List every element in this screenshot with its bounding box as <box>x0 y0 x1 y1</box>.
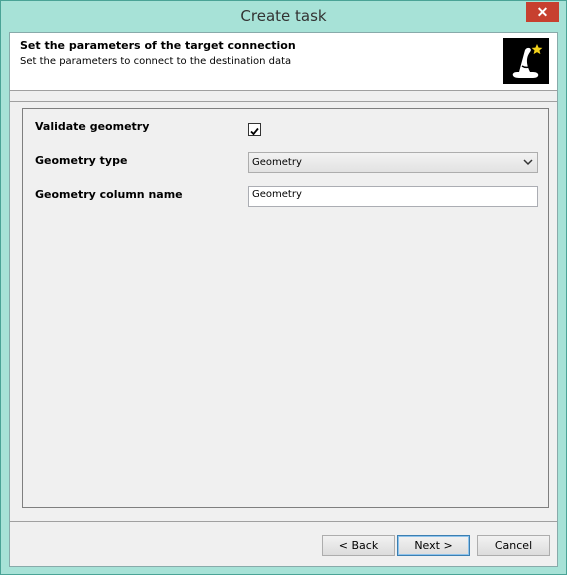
checkmark-icon <box>250 127 259 136</box>
cancel-button[interactable]: Cancel <box>477 535 550 556</box>
window-title: Create task <box>240 7 327 25</box>
header-title: Set the parameters of the target connect… <box>20 39 296 52</box>
parameters-panel: Validate geometry Geometry type Geometry… <box>22 108 549 508</box>
next-button[interactable]: Next > <box>397 535 470 556</box>
chevron-down-icon <box>523 159 533 166</box>
wizard-header: Set the parameters of the target connect… <box>10 33 557 91</box>
close-button[interactable]: ✕ <box>526 2 559 22</box>
close-icon: ✕ <box>536 3 549 20</box>
wizard-client-area: Set the parameters of the target connect… <box>9 32 558 567</box>
title-bar[interactable]: Create task ✕ <box>1 1 566 31</box>
back-button[interactable]: < Back <box>322 535 395 556</box>
geometry-type-select[interactable]: Geometry <box>248 152 538 173</box>
wizard-hat-star-icon <box>503 38 549 84</box>
validate-geometry-checkbox[interactable] <box>248 123 261 136</box>
geometry-type-value: Geometry <box>252 157 302 168</box>
geometry-column-name-label: Geometry column name <box>35 188 183 201</box>
create-task-window: Create task ✕ Set the parameters of the … <box>0 0 567 575</box>
header-subtitle: Set the parameters to connect to the des… <box>20 56 292 67</box>
validate-geometry-label: Validate geometry <box>35 120 150 133</box>
footer-separator <box>10 521 557 522</box>
header-separator <box>10 101 557 102</box>
geometry-column-name-input[interactable]: Geometry <box>248 186 538 207</box>
geometry-type-label: Geometry type <box>35 154 128 167</box>
